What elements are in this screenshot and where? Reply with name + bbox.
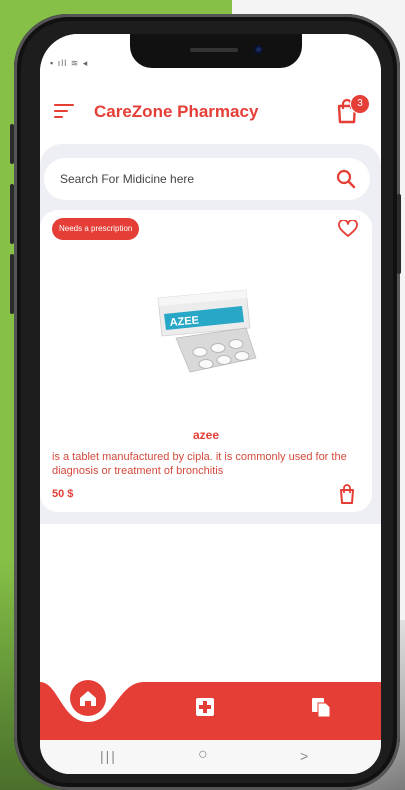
system-back-button[interactable]: > [300, 748, 308, 764]
home-button[interactable] [70, 680, 106, 716]
documents-icon[interactable] [310, 696, 332, 718]
app-title: CareZone Pharmacy [94, 102, 259, 121]
system-home-button[interactable]: ○ [198, 746, 208, 764]
app-header: CareZone Pharmacy 3 [40, 74, 381, 144]
phone-side-button [397, 194, 401, 274]
phone-side-button [10, 124, 14, 164]
camera-icon [254, 45, 263, 54]
svg-text:AZEE: AZEE [169, 314, 199, 329]
system-navigation-bar: ||| ○ > [40, 740, 381, 774]
product-card[interactable]: Needs a prescription AZEE azee is a tabl… [40, 210, 372, 512]
prescription-badge: Needs a prescription [52, 218, 140, 240]
product-image: AZEE [157, 289, 257, 373]
status-icons: ▪ ıll ≋ ◂ [50, 58, 89, 68]
product-description: is a tablet manufactured by cipla. it is… [52, 451, 347, 477]
notch [130, 34, 302, 68]
main-content: Search For Midicine here Needs a prescri… [40, 144, 381, 524]
home-icon [80, 691, 96, 706]
product-name[interactable]: azee [40, 428, 372, 442]
recent-apps-button[interactable]: ||| [100, 748, 117, 764]
search-icon[interactable] [336, 169, 356, 189]
search-input[interactable]: Search For Midicine here [60, 172, 194, 186]
cart-badge: 3 [350, 94, 370, 114]
bag-icon[interactable] [338, 484, 356, 504]
phone-side-button [10, 254, 14, 314]
product-price: 50 $ [52, 488, 74, 500]
speaker [190, 48, 238, 52]
medical-icon[interactable] [194, 696, 216, 718]
phone-screen: ▪ ıll ≋ ◂ CareZone Pharmacy 3 Search For… [40, 34, 381, 774]
menu-icon[interactable] [54, 104, 74, 118]
phone-side-button [10, 184, 14, 244]
heart-icon[interactable] [338, 220, 358, 238]
bottom-navigation [40, 674, 381, 740]
search-bar[interactable]: Search For Midicine here [44, 158, 370, 200]
